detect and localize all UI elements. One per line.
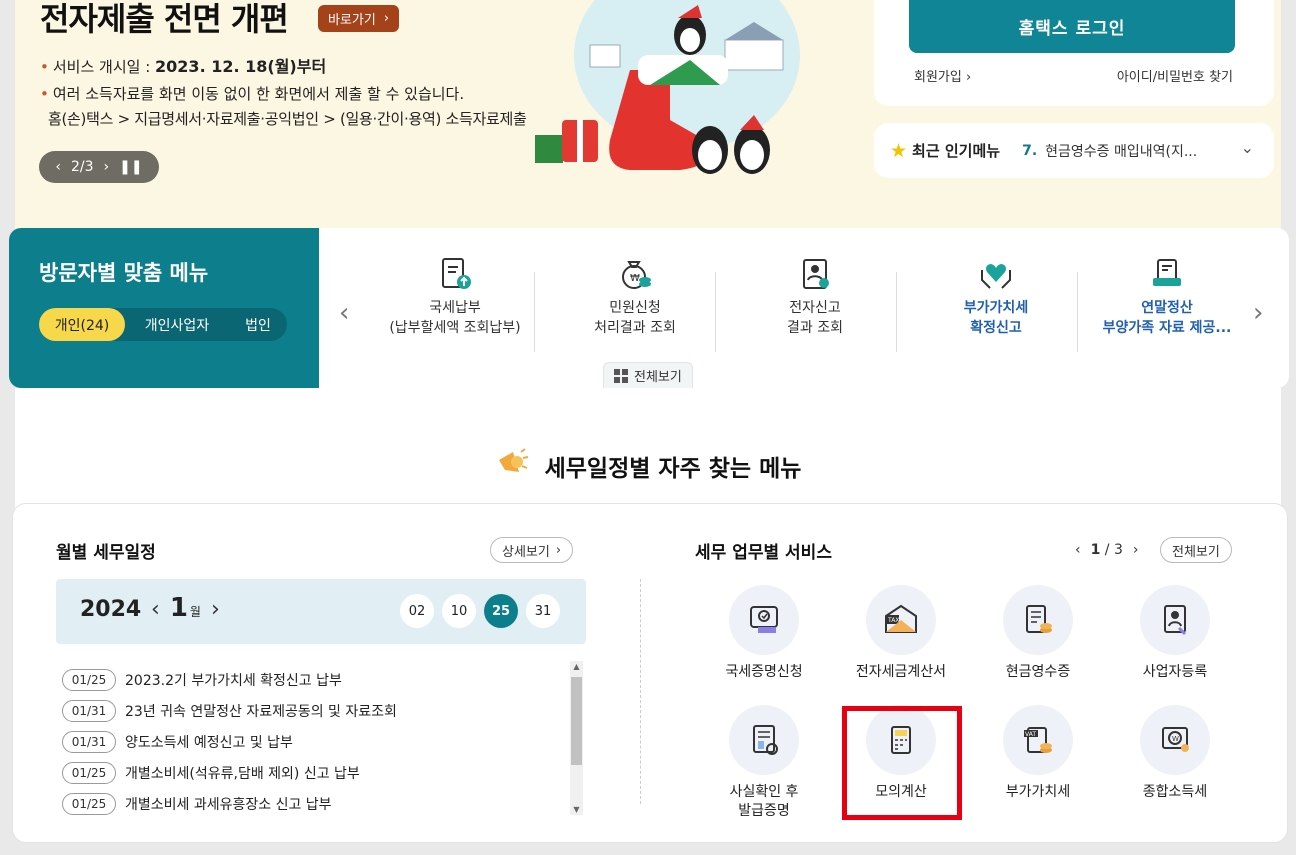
popular-rank: 7. [1022, 142, 1038, 159]
vat-icon: VAT [1024, 727, 1052, 753]
list-item[interactable]: 01/31 양도소득세 예정신고 및 납부 [62, 726, 567, 757]
day-button[interactable]: 10 [442, 594, 476, 628]
popular-title: 최근 인기메뉴 [912, 142, 1001, 160]
banner-line-2: • 여러 소득자료를 화면 이동 없이 한 화면에서 제출 할 수 있습니다. [40, 85, 465, 103]
star-icon: ★ [890, 139, 908, 162]
service-cash-receipt[interactable]: 현금영수증 [968, 585, 1108, 682]
scroll-thumb[interactable] [571, 677, 582, 765]
banner-line-1: • 서비스 개시일 : 2023. 12. 18(월)부터 [40, 57, 327, 76]
banner-date: 2023. 12. 18(월)부터 [155, 57, 327, 76]
banner-go-button[interactable]: 바로가기 › [318, 5, 400, 32]
list-item[interactable]: 01/25 개별소비세(석유류,담배 제외) 신고 납부 [62, 757, 567, 788]
visitor-menu-header: 방문자별 맞춤 메뉴 개인(24) 개인사업자 법인 [9, 228, 319, 388]
chevron-right-icon: › [383, 11, 390, 26]
pause-icon[interactable]: ❚❚ [119, 159, 142, 175]
login-card: 홈택스 로그인 회원가입 › 아이디/비밀번호 찾기 [874, 0, 1274, 106]
calendar-month: ‹ 1월 › [151, 593, 220, 623]
megaphone-icon [498, 448, 528, 472]
service-business-registration[interactable]: 사업자등록 [1105, 585, 1245, 682]
services-title: 세무 업무별 서비스 [695, 543, 832, 563]
join-link[interactable]: 회원가입 › [914, 66, 971, 85]
money-bag-icon: ₩ [622, 261, 651, 289]
tax-invoice-icon: TAX [885, 604, 917, 633]
service-e-tax-invoice[interactable]: TAX 전자세금계산서 [831, 585, 971, 682]
scroll-up-icon[interactable]: ▲ [570, 662, 583, 671]
visitor-type-tabs: 개인(24) 개인사업자 법인 [39, 308, 287, 341]
divider [715, 272, 716, 352]
banner-pager[interactable]: ‹ 2/3 › ❚❚ [39, 151, 159, 183]
popular-menu[interactable]: ★ 최근 인기메뉴 7. 현금영수증 매입내역(지... ⌄ [874, 123, 1274, 178]
day-button[interactable]: 02 [400, 594, 434, 628]
hometax-login-button[interactable]: 홈택스 로그인 [909, 0, 1235, 53]
business-registration-icon [1164, 605, 1187, 636]
day-button-selected[interactable]: 25 [484, 594, 518, 628]
schedule-services-panel: 월별 세무일정 상세보기 › 2024 ‹ 1월 › 02 10 25 31 01… [12, 503, 1288, 843]
prev-icon[interactable]: ‹ [55, 159, 61, 175]
list-item[interactable]: 01/31 23년 귀속 연말정산 자료제공동의 및 자료조회 [62, 695, 567, 726]
highlight-box [842, 706, 962, 820]
menu-vat-filing[interactable]: 부가가치세 확정신고 [906, 264, 1086, 352]
popular-item[interactable]: 현금영수증 매입내역(지... [1045, 141, 1197, 161]
calendar-days: 02 10 25 31 [400, 594, 560, 628]
next-page-icon[interactable]: › [1133, 542, 1139, 558]
banner-title: 전자제출 전면 개편 [40, 0, 289, 38]
calendar-bar: 2024 ‹ 1월 › 02 10 25 31 [56, 579, 586, 644]
service-income-tax[interactable]: W 종합소득세 [1105, 705, 1245, 802]
menu-e-filing-result[interactable]: 전자신고 결과 조회 [725, 259, 905, 352]
certificate-icon [750, 606, 778, 633]
menu-tax-payment[interactable]: 국세납부 (납부할세액 조회납부) [365, 258, 545, 352]
banner-line-3: 홈(손)택스 > 지급명세서·자료제출·공익법인 > (일용·간이·용역) 소득… [48, 110, 527, 128]
svg-text:₩: ₩ [630, 273, 640, 284]
menu-civil-request[interactable]: ₩ 민원신청 처리결과 조회 [545, 261, 725, 352]
visitor-menu: 방문자별 맞춤 메뉴 개인(24) 개인사업자 법인 ‹ › 국세납부 (납부할세… [9, 228, 1289, 388]
services-all-view-button[interactable]: 전체보기 [1160, 537, 1232, 563]
svg-text:W: W [1172, 735, 1179, 743]
svg-text:VAT: VAT [1025, 731, 1036, 738]
banner-go-label: 바로가기 [328, 13, 376, 28]
service-fact-confirmation[interactable]: 사실확인 후 발급증명 [694, 705, 834, 821]
schedule-scrollbar[interactable]: ▲ ▼ [570, 661, 583, 815]
services-pager: ‹ 1 / 3 › [1075, 542, 1139, 558]
divider [534, 272, 535, 352]
list-item[interactable]: 01/25 개별소비세 과세유흥장소 신고 납부 [62, 788, 567, 819]
next-icon[interactable]: › [104, 159, 110, 175]
all-menu-button[interactable]: 전체보기 [603, 362, 693, 388]
prev-month-icon[interactable]: ‹ [151, 597, 160, 622]
chevron-down-icon[interactable]: ⌄ [1241, 138, 1254, 157]
divider [640, 579, 641, 804]
service-tax-certificate[interactable]: 국세증명신청 [694, 585, 834, 682]
laptop-document-icon [1153, 259, 1181, 286]
grid-icon [614, 368, 628, 383]
schedule-detail-button[interactable]: 상세보기 › [490, 537, 574, 563]
pager-count: 2/3 [71, 159, 94, 175]
prev-arrow-icon[interactable]: ‹ [339, 298, 349, 328]
service-vat[interactable]: VAT 부가가치세 [968, 705, 1108, 802]
person-document-icon [803, 259, 829, 289]
chevron-right-icon: › [965, 70, 972, 85]
section-title: 세무일정별 자주 찾는 메뉴 [0, 446, 1296, 483]
income-tax-icon: W [1162, 727, 1189, 752]
cash-receipt-icon [1026, 605, 1052, 633]
fact-check-icon [753, 725, 778, 755]
tab-individual[interactable]: 개인(24) [39, 308, 125, 341]
day-button[interactable]: 31 [526, 594, 560, 628]
calendar-year: 2024 [80, 597, 142, 622]
scroll-down-icon[interactable]: ▼ [570, 805, 583, 814]
schedule-title: 월별 세무일정 [56, 543, 156, 563]
chevron-right-icon: › [555, 542, 562, 558]
prev-page-icon[interactable]: ‹ [1075, 542, 1081, 558]
document-upload-icon [442, 258, 471, 289]
tab-sole-proprietor[interactable]: 개인사업자 [125, 308, 229, 341]
next-month-icon[interactable]: › [211, 597, 220, 622]
list-item[interactable]: 01/25 2023.2기 부가가치세 확정신고 납부 [62, 664, 567, 695]
schedule-list: 01/25 2023.2기 부가가치세 확정신고 납부 01/31 23년 귀속 연… [62, 664, 567, 819]
divider [896, 272, 897, 352]
menu-year-end-settlement[interactable]: 연말정산 부양가족 자료 제공... [1077, 259, 1257, 352]
visitor-menu-title: 방문자별 맞춤 메뉴 [39, 261, 209, 285]
heart-hands-icon [981, 264, 1011, 289]
find-id-password-link[interactable]: 아이디/비밀번호 찾기 [1117, 66, 1233, 85]
tab-corporation[interactable]: 법인 [229, 308, 287, 341]
christmas-boot-illustration [535, 0, 800, 174]
